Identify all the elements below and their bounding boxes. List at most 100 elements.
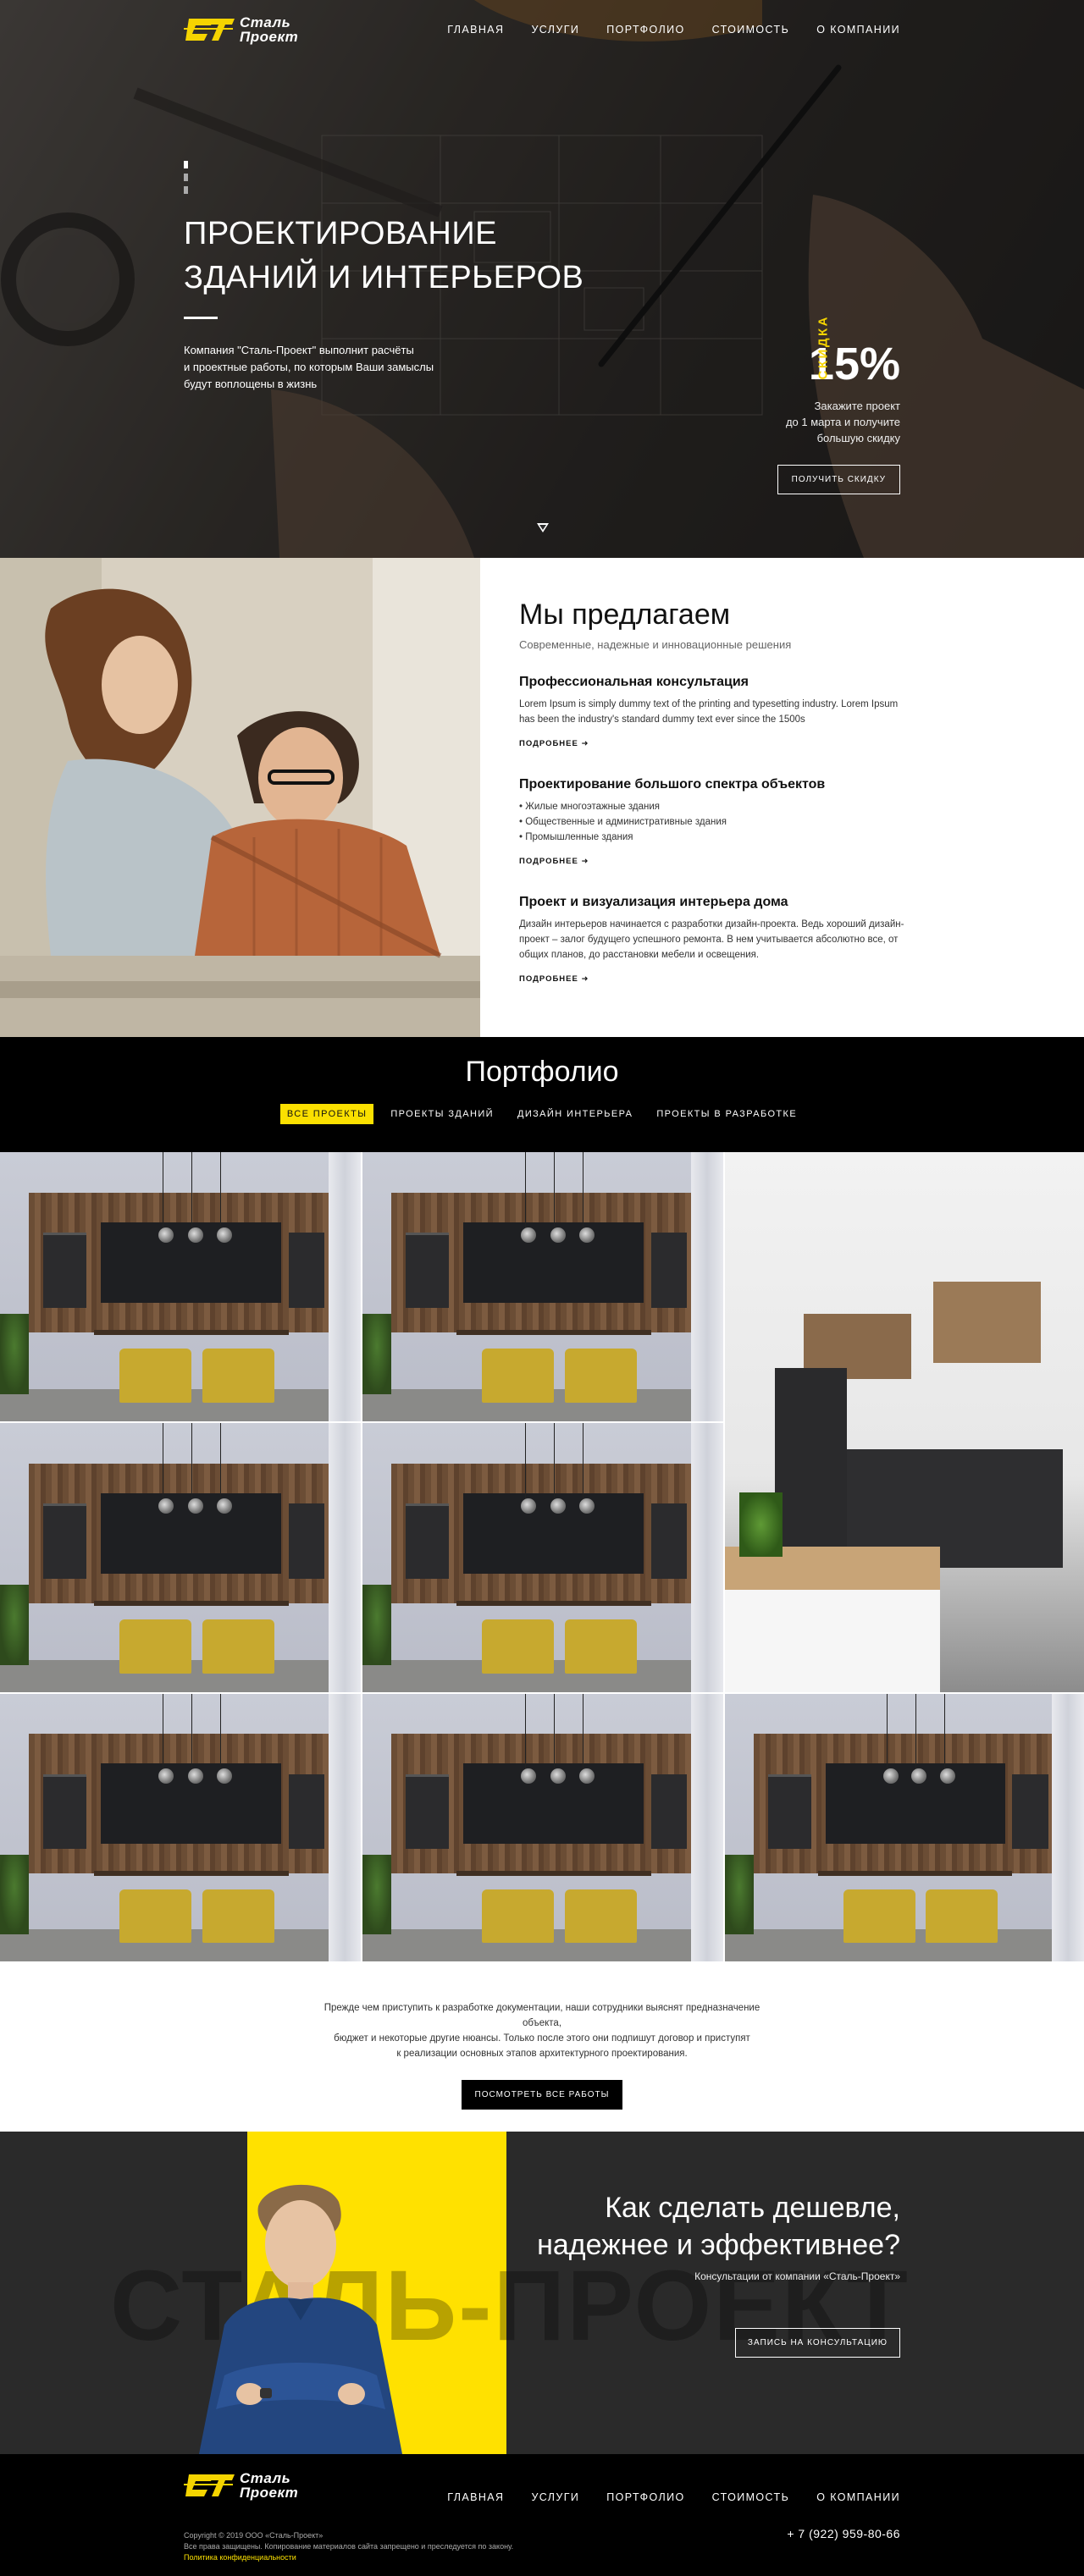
kitchen-oven-right	[288, 1233, 325, 1309]
kitchen-table	[93, 1329, 289, 1335]
service-interior: Проект и визуализация интерьера дома Диз…	[519, 895, 909, 985]
privacy-policy-link[interactable]: Политика конфиденциальности	[184, 2553, 296, 2562]
footer-copyright: Copyright © 2019 ООО «Сталь-Проект» Все …	[184, 2530, 513, 2563]
kitchen-oven	[406, 1233, 450, 1309]
footer-logo[interactable]: Сталь Проект	[184, 2471, 298, 2500]
discount-promo: Скидка 15% Закажите проект до 1 марта и …	[773, 315, 900, 494]
footer-link-home[interactable]: Главная	[447, 2491, 504, 2503]
portfolio-item[interactable]	[362, 1694, 723, 1961]
hero-text-line-2: и проектные работы, по которым Ваши замы…	[184, 361, 434, 373]
consult-subtitle: Консультации от компании «Сталь-Проект»	[694, 2270, 900, 2282]
filter-all[interactable]: Все проекты	[279, 1104, 374, 1124]
portfolio-item[interactable]	[362, 1423, 723, 1692]
kitchen-oven	[406, 1773, 450, 1850]
lamp-wire	[886, 1694, 888, 1772]
portfolio-item[interactable]	[0, 1694, 361, 1961]
kitchen-plant	[362, 1313, 392, 1395]
footer-link-pricing[interactable]: Стоимость	[712, 2491, 790, 2503]
kitchen-image	[362, 1423, 723, 1692]
logo-text: Сталь Проект	[240, 15, 298, 44]
hero-section: Сталь Проект Главная Услуги Портфолио Ст…	[0, 0, 1084, 558]
kitchen-table	[93, 1600, 289, 1606]
view-all-works-button[interactable]: Посмотреть все работы	[461, 2080, 623, 2110]
discount-text: Закажите проект до 1 марта и получите бо…	[773, 398, 900, 446]
nav-link-pricing[interactable]: Стоимость	[712, 24, 790, 36]
kitchen-oven-right	[288, 1503, 325, 1580]
filter-buildings[interactable]: Проекты зданий	[384, 1104, 501, 1124]
chair	[119, 1349, 191, 1403]
pendant-lamp-icon	[187, 1227, 203, 1244]
nav-link-portfolio[interactable]: Портфолио	[606, 24, 684, 36]
lamp-wire	[524, 1423, 526, 1502]
footer-link-services[interactable]: Услуги	[531, 2491, 579, 2503]
slider-dot-1[interactable]	[184, 161, 188, 168]
hero-title-line-2: зданий и интерьеров	[184, 260, 584, 295]
lamp-wire	[915, 1694, 916, 1772]
chair	[926, 1889, 998, 1943]
nav-link-about[interactable]: О компании	[816, 24, 900, 36]
list-item: Общественные и административные здания	[519, 814, 909, 830]
kitchen-plant	[0, 1584, 30, 1666]
slider-dots	[184, 161, 188, 199]
kitchen-curtain	[690, 1152, 723, 1421]
consultant-photo	[199, 2184, 402, 2454]
lamp-wire	[524, 1152, 526, 1231]
slider-dot-3[interactable]	[184, 186, 188, 194]
lamp-wire	[943, 1694, 945, 1772]
footer-link-about[interactable]: О компании	[816, 2491, 900, 2503]
kitchen-island	[725, 1589, 941, 1692]
kitchen-table	[93, 1870, 289, 1876]
hero-text-line-1: Компания "Сталь-Проект" выполнит расчёты	[184, 344, 414, 356]
kitchen-image	[0, 1152, 361, 1421]
footer-link-portfolio[interactable]: Портфолио	[606, 2491, 684, 2503]
filter-in-progress[interactable]: Проекты в разработке	[650, 1104, 804, 1124]
kitchen-oven	[43, 1503, 87, 1580]
kitchen-table	[818, 1870, 1013, 1876]
chair	[481, 1619, 554, 1674]
scroll-down-icon[interactable]	[537, 523, 549, 532]
nav-link-home[interactable]: Главная	[447, 24, 504, 36]
kitchen-oven-right	[650, 1503, 688, 1580]
portfolio-description: Прежде чем приступить к разработке докум…	[305, 2000, 779, 2061]
kitchen-oven-right	[650, 1233, 688, 1309]
book-consultation-button[interactable]: Запись на консультацию	[734, 2328, 900, 2358]
portfolio-item-featured[interactable]	[725, 1152, 1084, 1692]
portfolio-item[interactable]	[362, 1152, 723, 1421]
hero-divider	[184, 317, 218, 319]
list-item: Жилые многоэтажные здания	[519, 799, 909, 814]
portfolio-item[interactable]	[0, 1152, 361, 1421]
more-link[interactable]: Подробнее ➜	[519, 974, 589, 984]
more-link[interactable]: Подробнее ➜	[519, 739, 589, 748]
kitchen-table	[456, 1329, 651, 1335]
hero-text-line-3: будут воплощены в жизнь	[184, 378, 318, 390]
slider-dot-2[interactable]	[184, 174, 188, 181]
kitchen-image	[362, 1152, 723, 1421]
portfolio-item[interactable]	[725, 1694, 1084, 1961]
footer-menu: Главная Услуги Портфолио Стоимость О ком…	[420, 2491, 900, 2503]
chair	[119, 1619, 191, 1674]
chair	[202, 1889, 274, 1943]
portfolio-item[interactable]	[0, 1423, 361, 1692]
offer-section: Мы предлагаем Современные, надежные и ин…	[0, 558, 1084, 1037]
nav-link-services[interactable]: Услуги	[531, 24, 579, 36]
service-consultation: Профессиональная консультация Lorem Ipsu…	[519, 675, 909, 750]
more-link[interactable]: Подробнее ➜	[519, 857, 589, 866]
consult-title-line-2: надежнее и эффективнее?	[537, 2229, 900, 2261]
filter-interior[interactable]: Дизайн интерьера	[511, 1104, 639, 1124]
chair	[481, 1349, 554, 1403]
rights-text: Все права защищены. Копирование материал…	[184, 2542, 514, 2551]
chair	[202, 1619, 274, 1674]
kitchen-oven	[767, 1773, 811, 1850]
header-nav: Сталь Проект Главная Услуги Портфолио Ст…	[184, 15, 900, 44]
portfolio-header: Портфолио Все проекты Проекты зданий Диз…	[0, 1037, 1084, 1152]
logo[interactable]: Сталь Проект	[184, 15, 298, 44]
pendant-lamp-icon	[882, 1768, 899, 1784]
portfolio-description-line-1: Прежде чем приступить к разработке докум…	[324, 2003, 760, 2028]
get-discount-button[interactable]: Получить скидку	[777, 465, 900, 494]
consult-title: Как сделать дешевле, надежнее и эффектив…	[426, 2189, 900, 2264]
portfolio-title: Портфолио	[465, 1056, 619, 1088]
logo-icon	[184, 2474, 235, 2496]
phone-number[interactable]: + 7 (922) 959-80-66	[787, 2527, 900, 2540]
discount-text-line-2: до 1 марта и получите	[785, 416, 900, 428]
kitchen-image	[0, 1694, 361, 1961]
